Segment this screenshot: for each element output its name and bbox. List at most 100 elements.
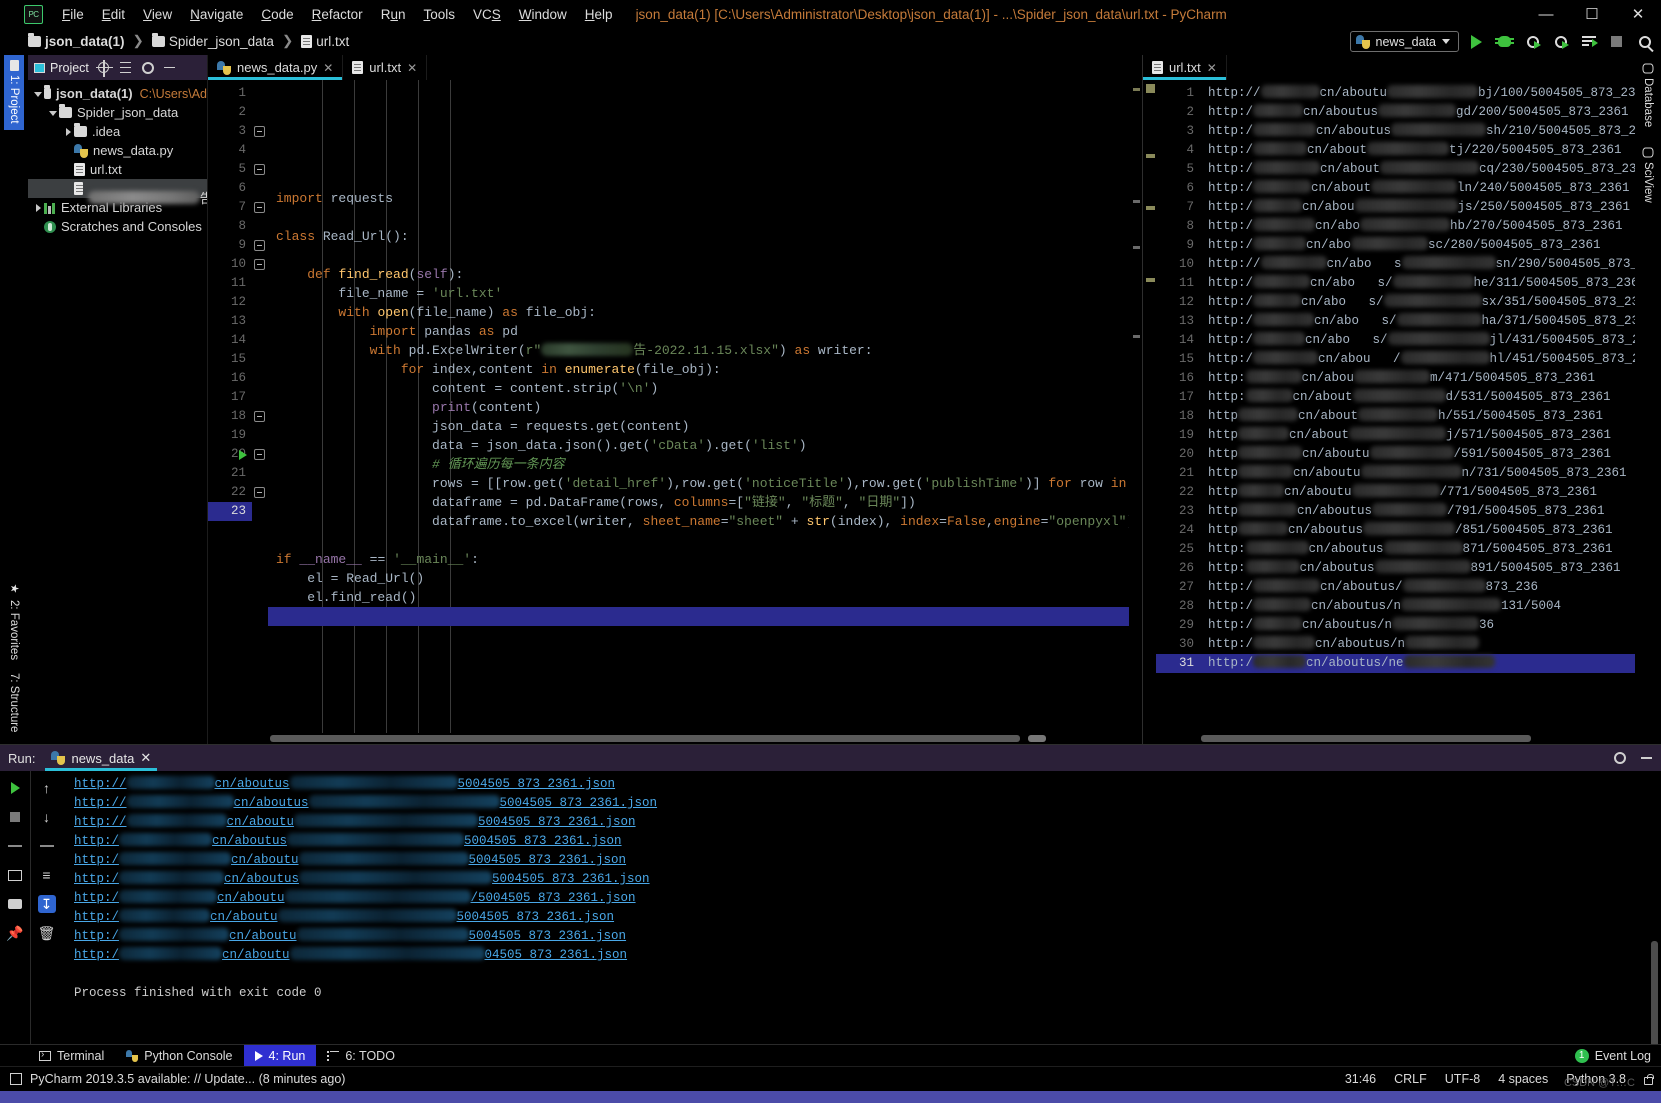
minimize-button[interactable]: —	[1523, 0, 1569, 28]
print-button[interactable]	[6, 895, 24, 913]
fold-minus-icon[interactable]	[254, 259, 265, 270]
url-prefix[interactable]: http:/	[74, 891, 119, 905]
console-link-line[interactable]: http:/ cn/aboutu 04505_873_2361.json	[74, 946, 1661, 965]
url-mid[interactable]: cn/aboutu	[210, 910, 278, 924]
url-suffix[interactable]: 5004505_873_2361.json	[464, 834, 622, 848]
url-line[interactable]: http: cn/abou m/471/5004505_873_2361	[1200, 369, 1635, 388]
run-gutter-icon[interactable]	[239, 450, 247, 460]
caret-position[interactable]: 31:46	[1345, 1072, 1376, 1086]
url-line[interactable]: http:// cn/abo s sn/290/5004505_873_2361	[1200, 255, 1635, 274]
run-console-output[interactable]: http://cn/aboutus 5004505_873_2361.json ht…	[62, 771, 1661, 1044]
console-link-line[interactable]: http:// cn/aboutus 5004505_873_2361.json	[74, 775, 1661, 794]
tool-button-python-console[interactable]: Python Console	[115, 1045, 243, 1067]
tab-url-txt[interactable]: url.txt ✕	[343, 55, 428, 80]
fold-slot[interactable]	[252, 122, 268, 141]
console-link-line[interactable]: http:/ cn/aboutu 5004505_873_2361.json	[74, 927, 1661, 946]
url-suffix[interactable]: 5004505_873_2361.json	[469, 853, 627, 867]
menu-item-window[interactable]: Window	[510, 4, 576, 25]
url-suffix[interactable]: /5004505_873_2361.json	[471, 891, 636, 905]
lock-icon[interactable]	[1644, 1073, 1654, 1085]
code-content[interactable]: import requests class Read_Url(): def fi…	[268, 80, 1129, 733]
fold-slot[interactable]	[252, 160, 268, 179]
url-prefix[interactable]: http://	[74, 777, 127, 791]
search-everywhere-button[interactable]	[1634, 31, 1655, 52]
console-link-line[interactable]: http:// cn/aboutu 5004505_873_2361.json	[74, 813, 1661, 832]
code-line[interactable]: # 循环遍历每一条内容	[268, 455, 1129, 474]
fold-slot[interactable]	[252, 255, 268, 274]
url-horizontal-scrollbar[interactable]	[1143, 733, 1635, 744]
event-log-button[interactable]: 1 Event Log	[1574, 1048, 1651, 1063]
url-line[interactable]: http cn/aboutu/771/5004505_873_2361	[1200, 483, 1635, 502]
url-content[interactable]: http://cn/aboutu bj/100/5004505_873_2361 h…	[1200, 80, 1635, 733]
menu-item-vcs[interactable]: VCS	[464, 4, 510, 25]
url-suffix[interactable]: 5004505_873_2361.json	[458, 777, 616, 791]
code-line[interactable]: el = Read_Url()	[268, 569, 1129, 588]
fold-slot[interactable]	[252, 483, 268, 502]
stop-button[interactable]	[6, 808, 24, 826]
url-prefix[interactable]: http:/	[74, 872, 119, 886]
code-line[interactable]: for index,content in enumerate(file_obj)…	[268, 360, 1129, 379]
menu-item-view[interactable]: View	[134, 4, 181, 25]
url-prefix[interactable]: http:/	[74, 929, 119, 943]
code-line[interactable]: with open(file_name) as file_obj:	[268, 303, 1129, 322]
code-line[interactable]: with pd.ExcelWriter(r" 告-2022.11.15.xlsx"…	[268, 341, 1129, 360]
url-mid[interactable]: cn/aboutu	[229, 929, 297, 943]
url-line[interactable]: http:/ cn/aboutus/n 131/5004	[1200, 597, 1635, 616]
console-link-line[interactable]: http:/ cn/aboutus 5004505_873_2361.json	[74, 870, 1661, 889]
url-line[interactable]: http:/ cn/about ln/240/5004505_873_2361	[1200, 179, 1635, 198]
url-suffix[interactable]: 5004505_873_2361.json	[457, 910, 615, 924]
url-suffix[interactable]: 5004505_873_2361.json	[478, 815, 636, 829]
editor-horizontal-scrollbar[interactable]	[208, 733, 1142, 744]
tree-item[interactable]: json_data(1) C:\Users\Ad	[28, 84, 207, 103]
tool-button-terminal[interactable]: Terminal	[28, 1045, 115, 1067]
menu-item-tools[interactable]: Tools	[414, 4, 464, 25]
maximize-button[interactable]: ☐	[1569, 0, 1615, 28]
tree-item[interactable]: Spider_json_data	[28, 103, 207, 122]
sidebar-item-favorites[interactable]: ★ 2: Favorites	[4, 576, 25, 666]
run-coverage-button[interactable]	[1522, 31, 1543, 52]
breadcrumb-project[interactable]: json_data(1)	[45, 34, 125, 49]
url-suffix[interactable]: 5004505_873_2361.json	[492, 872, 650, 886]
fold-minus-icon[interactable]	[254, 164, 265, 175]
fold-minus-icon[interactable]	[254, 487, 265, 498]
fold-slot[interactable]	[252, 198, 268, 217]
url-line[interactable]: http cn/about h/551/5004505_873_2361	[1200, 407, 1635, 426]
menu-item-refactor[interactable]: Refactor	[303, 4, 372, 25]
settings-button[interactable]	[1613, 751, 1627, 765]
console-link-line[interactable]: http:/ cn/aboutu 5004505_873_2361.json	[74, 908, 1661, 927]
fold-slot[interactable]	[252, 236, 268, 255]
sidebar-item-database[interactable]: Database	[1639, 59, 1657, 131]
url-line[interactable]: http:/ cn/abo s/ha/371/5004505_873_2361	[1200, 312, 1635, 331]
fold-minus-icon[interactable]	[254, 449, 265, 460]
status-message[interactable]: PyCharm 2019.3.5 available: // Update...…	[30, 1072, 345, 1086]
tab-url-txt[interactable]: url.txt ✕	[1143, 55, 1227, 80]
url-line[interactable]: http:/ cn/abo sc/280/5004505_873_2361	[1200, 236, 1635, 255]
fold-minus-icon[interactable]	[254, 240, 265, 251]
run-tab-news-data[interactable]: news_data ✕	[45, 745, 158, 771]
scroll-to-end-button[interactable]: ↧	[37, 895, 56, 913]
console-scrollbar[interactable]	[1650, 771, 1659, 1044]
code-line[interactable]: import requests	[268, 189, 1129, 208]
tool-button-todo[interactable]: 6: TODO	[316, 1045, 406, 1067]
url-line[interactable]: http cn/aboutus/851/5004505_873_2361	[1200, 521, 1635, 540]
code-line[interactable]	[268, 531, 1129, 550]
url-mid[interactable]: cn/aboutus	[212, 834, 287, 848]
error-stripe[interactable]	[1129, 80, 1142, 733]
run-button[interactable]	[1466, 31, 1487, 52]
wrap-text-button[interactable]: ≡	[38, 866, 56, 884]
close-icon[interactable]: ✕	[140, 750, 151, 766]
fold-slot[interactable]	[239, 445, 268, 464]
code-line[interactable]: el.find_read()	[268, 588, 1129, 607]
editor-tab-bar[interactable]: news_data.py ✕ url.txt ✕	[208, 55, 1142, 80]
run-with-console-button[interactable]	[1578, 31, 1599, 52]
console-link-line[interactable]: http:/ cn/aboutu/5004505_873_2361.json	[74, 889, 1661, 908]
code-line[interactable]: print(content)	[268, 398, 1129, 417]
settings-button[interactable]	[141, 61, 155, 75]
close-icon[interactable]: ✕	[1207, 61, 1217, 75]
code-line[interactable]	[268, 607, 1129, 626]
code-line[interactable]: def find_read(self):	[268, 265, 1129, 284]
url-line[interactable]: http:/ cn/abo s/he/311/5004505_873_2361	[1200, 274, 1635, 293]
url-prefix[interactable]: http://	[74, 815, 127, 829]
tree-item[interactable]: .idea	[28, 122, 207, 141]
menu-item-edit[interactable]: Edit	[93, 4, 134, 25]
